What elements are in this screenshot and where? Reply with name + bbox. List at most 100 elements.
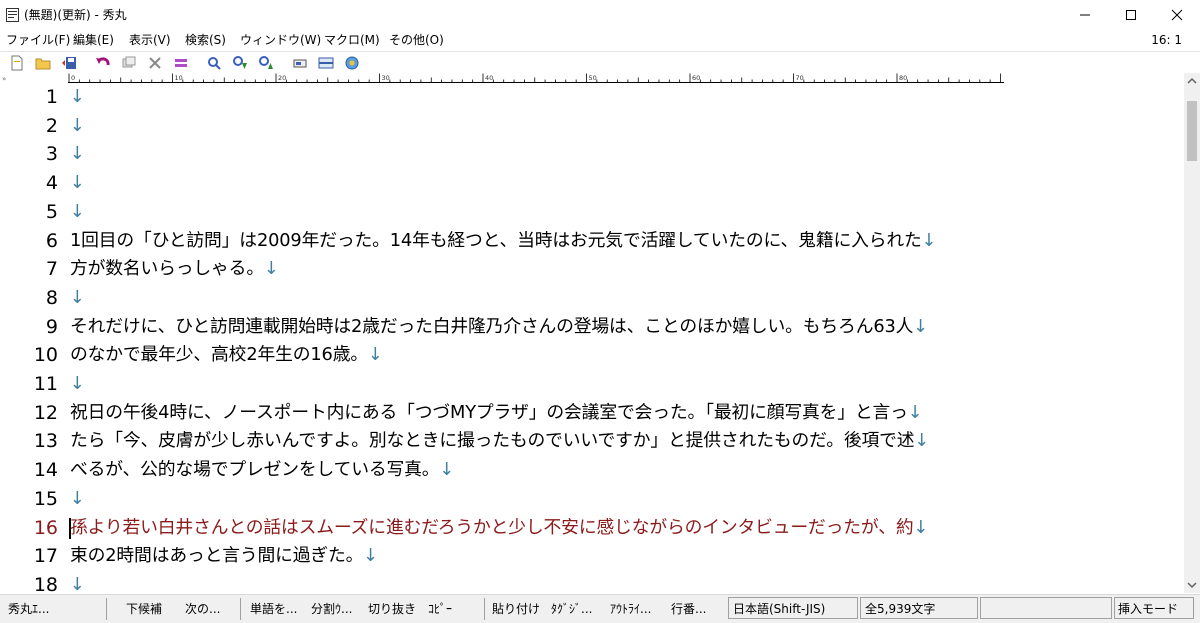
- newline-mark-icon: ↓: [263, 258, 279, 280]
- close-button[interactable]: [1154, 0, 1200, 30]
- vertical-scrollbar[interactable]: [1184, 73, 1200, 593]
- paste-icon[interactable]: [173, 55, 189, 71]
- editor-line[interactable]: 17 束の2時間はあっと言う間に過ぎた。↓: [0, 542, 1184, 570]
- status-item-next-candidate[interactable]: 下候補: [126, 601, 162, 617]
- maximize-button[interactable]: [1108, 0, 1154, 30]
- line-text[interactable]: ↓: [70, 485, 85, 513]
- minimize-button[interactable]: [1062, 0, 1108, 30]
- menu-window[interactable]: ウィンドウ(W): [240, 32, 321, 49]
- ruler-label: 0: [71, 74, 75, 82]
- status-item-line-number[interactable]: 行番...: [671, 601, 706, 617]
- menu-view[interactable]: 表示(V): [129, 32, 171, 49]
- ruler-scale: » 0 10 20 30 40 50 60 70 80: [2, 73, 1004, 83]
- line-number: 9: [45, 315, 58, 338]
- editor-line[interactable]: 2 ↓: [0, 112, 1184, 140]
- line-text[interactable]: ↓: [70, 112, 85, 140]
- editor-line[interactable]: 5 ↓: [0, 198, 1184, 226]
- line-text[interactable]: ↓: [70, 198, 85, 226]
- newline-mark-icon: ↓: [914, 430, 930, 452]
- ruler-label: 20: [278, 74, 286, 82]
- editor-line[interactable]: 13 たら「今、皮膚が少し赤いんですよ。別なときに撮ったものでいいですか」と提供さ…: [0, 427, 1184, 455]
- menu-search[interactable]: 検索(S): [185, 32, 226, 49]
- status-insert-mode[interactable]: 挿入モード: [1118, 601, 1178, 617]
- line-number: 1: [45, 86, 58, 108]
- copy-icon[interactable]: [121, 55, 137, 71]
- newline-mark-icon: ↓: [363, 545, 379, 567]
- editor-line[interactable]: 16 孫より若い白井さんとの話はスムーズに進むだろうかと少し不安に感じながらのイン…: [0, 514, 1184, 542]
- line-text[interactable]: ↓: [70, 284, 85, 312]
- status-item-next[interactable]: 次の...: [185, 601, 220, 617]
- maximize-icon: [1126, 10, 1136, 20]
- search-icon[interactable]: [206, 55, 222, 71]
- editor-line[interactable]: 6 1回目の「ひと訪問」は2009年だった。14年も経つと、当時はお元気で活躍して…: [0, 227, 1184, 255]
- line-content: べるが、公的な場でプレゼンをしている写真。: [70, 459, 440, 481]
- cut-icon[interactable]: [147, 55, 163, 71]
- save-icon[interactable]: [61, 55, 77, 71]
- editor-line[interactable]: 8 ↓: [0, 284, 1184, 312]
- line-text[interactable]: それだけに、ひと訪問連載開始時は2歳だった白井隆乃介さんの登場は、ことのほか嬉し…: [70, 313, 928, 341]
- menu-file[interactable]: ファイル(F): [6, 32, 70, 49]
- line-text[interactable]: 1回目の「ひと訪問」は2009年だった。14年も経つと、当時はお元気で活躍してい…: [70, 227, 937, 255]
- line-number: 15: [33, 487, 58, 510]
- line-text[interactable]: ↓: [70, 370, 85, 398]
- status-encoding[interactable]: 日本語(Shift-JIS): [733, 601, 825, 617]
- status-item-paste[interactable]: 貼り付け: [492, 601, 540, 617]
- line-content: のなかで最年少、高校2年生の16歳。: [70, 344, 368, 366]
- editor-line[interactable]: 9 それだけに、ひと訪問連載開始時は2歳だった白井隆乃介さんの登場は、ことのほか嬉…: [0, 313, 1184, 341]
- newline-mark-icon: ↓: [70, 373, 85, 394]
- editor-line[interactable]: 4 ↓: [0, 169, 1184, 197]
- line-text[interactable]: 祝日の午後4時に、ノースポート内にある「つづMYプラザ」の会議室で会った。「最初…: [70, 399, 923, 427]
- search-down-icon[interactable]: [232, 55, 248, 71]
- ruler-collapse-icon: »: [2, 75, 6, 83]
- line-text[interactable]: 束の2時間はあっと言う間に過ぎた。↓: [70, 542, 378, 570]
- line-text[interactable]: ↓: [70, 571, 85, 593]
- hidemaru-app-icon[interactable]: [6, 8, 19, 22]
- newline-mark-icon: ↓: [70, 200, 85, 222]
- ruler-label: 30: [382, 74, 390, 82]
- editor-line[interactable]: 11 ↓: [0, 370, 1184, 398]
- scroll-up-icon[interactable]: [1184, 73, 1200, 89]
- status-item-copy[interactable]: ｺﾋﾟｰ: [428, 601, 452, 617]
- editor-line[interactable]: 7 方が数名いらっしゃる。↓: [0, 255, 1184, 283]
- status-item-outline[interactable]: ｱｳﾄﾗｲ...: [610, 601, 651, 617]
- split-window-icon[interactable]: [318, 55, 334, 71]
- menu-edit[interactable]: 編集(E): [73, 32, 114, 49]
- status-item-hidemaru[interactable]: 秀丸ｴ...: [8, 601, 49, 617]
- editor-line[interactable]: 12 祝日の午後4時に、ノースポート内にある「つづMYプラザ」の会議室で会った。「…: [0, 399, 1184, 427]
- line-text[interactable]: 方が数名いらっしゃる。↓: [70, 255, 279, 283]
- undo-icon[interactable]: [95, 55, 111, 71]
- status-item-word[interactable]: 単語を...: [250, 601, 297, 617]
- line-text[interactable]: ↓: [70, 140, 85, 168]
- editor-line[interactable]: 1 ↓: [0, 83, 1184, 111]
- open-folder-icon[interactable]: [35, 55, 51, 71]
- status-bar: 秀丸ｴ... 下候補 次の... 単語を... 分割ｳ... 切り抜き ｺﾋﾟｰ…: [0, 594, 1200, 623]
- line-text[interactable]: べるが、公的な場でプレゼンをしている写真。↓: [70, 456, 454, 484]
- status-item-cut[interactable]: 切り抜き: [368, 601, 416, 617]
- newline-mark-icon: ↓: [70, 114, 85, 136]
- editor-line[interactable]: 15 ↓: [0, 485, 1184, 513]
- text-editor[interactable]: 1 ↓ 2 ↓ 3 ↓ 4 ↓ 5 ↓ 6 1回目の「ひと訪問」は2009年だった。14年も経つと、…: [0, 83, 1184, 593]
- status-item-tag-jump[interactable]: ﾀｸﾞｼﾞ...: [551, 601, 592, 617]
- menu-macro[interactable]: マクロ(M): [324, 32, 380, 49]
- line-text[interactable]: のなかで最年少、高校2年生の16歳。↓: [70, 341, 383, 369]
- line-content: 1回目の「ひと訪問」は2009年だった。14年も経つと、当時はお元気で活躍してい…: [70, 229, 922, 251]
- editor-line[interactable]: 3 ↓: [0, 140, 1184, 168]
- editor-line[interactable]: 14 べるが、公的な場でプレゼンをしている写真。↓: [0, 456, 1184, 484]
- browser-icon[interactable]: [344, 55, 360, 71]
- new-file-icon[interactable]: [9, 55, 25, 71]
- status-item-split[interactable]: 分割ｳ...: [311, 601, 352, 617]
- replace-icon[interactable]: [292, 55, 308, 71]
- line-number: 17: [33, 545, 58, 568]
- scrollbar-thumb[interactable]: [1187, 101, 1197, 161]
- scroll-down-icon[interactable]: [1184, 577, 1200, 593]
- line-text[interactable]: 孫より若い白井さんとの話はスムーズに進むだろうかと少し不安に感じながらのインタビ…: [70, 514, 928, 542]
- editor-line[interactable]: 18 ↓: [0, 571, 1184, 593]
- editor-line[interactable]: 10 のなかで最年少、高校2年生の16歳。↓: [0, 341, 1184, 369]
- minimize-icon: [1080, 14, 1090, 16]
- line-number: 18: [33, 573, 58, 593]
- line-text[interactable]: ↓: [70, 169, 85, 197]
- line-text[interactable]: たら「今、皮膚が少し赤いんですよ。別なときに撮ったものでいいですか」と提供された…: [70, 427, 929, 455]
- search-up-icon[interactable]: [258, 55, 274, 71]
- menu-other[interactable]: その他(O): [389, 32, 444, 49]
- line-text[interactable]: ↓: [70, 83, 85, 111]
